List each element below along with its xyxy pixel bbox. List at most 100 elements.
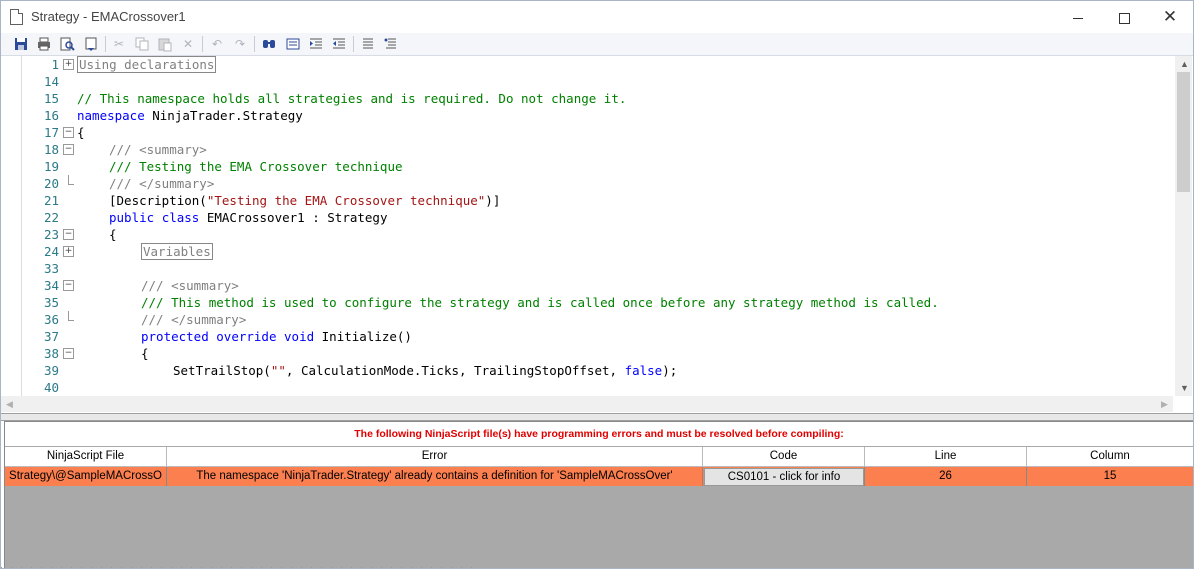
collapse-icon[interactable]: − — [63, 144, 74, 155]
close-button[interactable]: ✕ — [1147, 1, 1193, 33]
code-line: 16 namespace NinjaTrader.Strategy — [1, 107, 1173, 124]
delete-icon[interactable]: ✕ — [180, 36, 196, 52]
code-line: 35 /// This method is used to configure … — [1, 294, 1173, 311]
horizontal-scrollbar[interactable] — [1, 396, 1173, 412]
outdent-icon[interactable] — [331, 36, 347, 52]
keyword: protected — [141, 329, 209, 344]
line-number: 23 — [43, 227, 59, 242]
code-text: SetTrailStop( — [173, 363, 271, 378]
replace-icon[interactable] — [285, 36, 301, 52]
line-number: 37 — [43, 329, 59, 344]
line-number: 21 — [43, 193, 59, 208]
save-icon[interactable] — [13, 36, 29, 52]
uncomment-icon[interactable] — [383, 36, 399, 52]
code-line: 22 public class EMACrossover1 : Strategy — [1, 209, 1173, 226]
error-code-info-button[interactable]: CS0101 - click for info — [704, 468, 864, 486]
line-number: 33 — [43, 261, 59, 276]
line-number: 16 — [43, 108, 59, 123]
line-number: 36 — [43, 312, 59, 327]
line-number: 40 — [43, 380, 59, 395]
code-line: 18 − /// <summary> — [1, 141, 1173, 158]
document-icon — [10, 9, 23, 25]
doc-comment-marker: /// — [109, 159, 132, 174]
find-icon[interactable] — [261, 36, 277, 52]
page-setup-icon[interactable] — [83, 36, 99, 52]
code-line: 40 — [1, 379, 1173, 396]
expand-icon[interactable]: + — [63, 59, 74, 70]
copy-icon[interactable] — [134, 36, 150, 52]
code-line: 38 − { — [1, 345, 1173, 362]
code-line: 15 // This namespace holds all strategie… — [1, 90, 1173, 107]
code-area[interactable]: 1 + Using declarations 14 15 // This nam… — [1, 56, 1173, 398]
doc-comment-marker: /// — [141, 278, 164, 293]
indent-icon[interactable] — [308, 36, 324, 52]
line-number: 18 — [43, 142, 59, 157]
minimize-button[interactable] — [1055, 1, 1101, 33]
code-line: 20 /// </summary> — [1, 175, 1173, 192]
collapse-icon[interactable]: − — [63, 348, 74, 359]
line-number: 24 — [43, 244, 59, 259]
vertical-scrollbar-thumb[interactable] — [1177, 72, 1190, 192]
keyword: class — [161, 210, 200, 225]
column-header-error[interactable]: Error — [167, 447, 703, 467]
code-line: 14 — [1, 73, 1173, 90]
scroll-down-icon[interactable]: ▼ — [1180, 383, 1189, 393]
line-number: 38 — [43, 346, 59, 361]
code-line: 21 [Description("Testing the EMA Crossov… — [1, 192, 1173, 209]
scroll-up-icon[interactable]: ▲ — [1180, 59, 1189, 69]
code-line: 24 + Variables — [1, 243, 1173, 260]
redo-icon[interactable]: ↷ — [232, 36, 248, 52]
code-line: 33 — [1, 260, 1173, 277]
expand-icon[interactable]: + — [63, 246, 74, 257]
error-file-cell[interactable]: Strategy\@SampleMACrossO — [5, 467, 167, 486]
keyword: public — [109, 210, 155, 225]
doc-comment-text: Testing the EMA Crossover technique — [131, 159, 403, 174]
doc-comment-tag: <summary> — [131, 142, 207, 157]
error-line-cell[interactable]: 26 — [865, 467, 1027, 486]
region-variables[interactable]: Variables — [141, 243, 213, 260]
string-literal: "Testing the EMA Crossover technique" — [206, 193, 486, 208]
paste-icon[interactable] — [157, 36, 173, 52]
panel-splitter[interactable] — [1, 413, 1193, 421]
print-icon[interactable] — [36, 36, 52, 52]
title-bar: Strategy - EMACrossover1 ✕ — [1, 1, 1193, 33]
editor-window: Strategy - EMACrossover1 ✕ ✂ ✕ ↶ ↷ 1 + U… — [0, 0, 1194, 569]
collapse-icon[interactable]: − — [63, 229, 74, 240]
code-text: Initialize() — [314, 329, 412, 344]
code-text: EMACrossover1 : Strategy — [199, 210, 388, 225]
scroll-left-icon[interactable]: ◀ — [6, 399, 13, 410]
maximize-icon — [1118, 12, 1130, 24]
column-header-file[interactable]: NinjaScript File — [5, 447, 167, 467]
maximize-button[interactable] — [1101, 1, 1147, 33]
code-line: 39 SetTrailStop("", CalculationMode.Tick… — [1, 362, 1173, 379]
code-text: { — [77, 125, 85, 140]
code-text: { — [109, 227, 117, 242]
column-header-code[interactable]: Code — [703, 447, 865, 467]
code-text: [Description( — [109, 193, 207, 208]
column-header-line[interactable]: Line — [865, 447, 1027, 467]
region-using-declarations[interactable]: Using declarations — [77, 56, 217, 73]
cut-icon[interactable]: ✂ — [111, 36, 127, 52]
collapse-icon[interactable]: − — [63, 127, 74, 138]
doc-comment-tag: <summary> — [163, 278, 239, 293]
doc-comment-text: This method is used to configure the str… — [163, 295, 939, 310]
undo-icon[interactable]: ↶ — [209, 36, 225, 52]
print-preview-icon[interactable] — [59, 36, 75, 52]
doc-comment-tag: </summary> — [131, 176, 215, 191]
error-description-cell[interactable]: The namespace 'NinjaTrader.Strategy' alr… — [167, 467, 703, 486]
scroll-right-icon[interactable]: ▶ — [1161, 399, 1168, 410]
line-number: 19 — [43, 159, 59, 174]
code-line: 1 + Using declarations — [1, 56, 1173, 73]
code-text: ); — [662, 363, 678, 378]
code-line: 23 − { — [1, 226, 1173, 243]
column-header-column[interactable]: Column — [1027, 447, 1193, 467]
doc-comment-tag: </summary> — [163, 312, 247, 327]
code-line: 19 /// Testing the EMA Crossover techniq… — [1, 158, 1173, 175]
collapse-icon[interactable]: − — [63, 280, 74, 291]
line-number: 35 — [43, 295, 59, 310]
code-editor[interactable]: 1 + Using declarations 14 15 // This nam… — [1, 56, 1193, 413]
window-title: Strategy - EMACrossover1 — [31, 9, 186, 24]
error-column-cell[interactable]: 15 — [1027, 467, 1193, 486]
comment-icon[interactable] — [360, 36, 376, 52]
code-line: 17 − { — [1, 124, 1173, 141]
